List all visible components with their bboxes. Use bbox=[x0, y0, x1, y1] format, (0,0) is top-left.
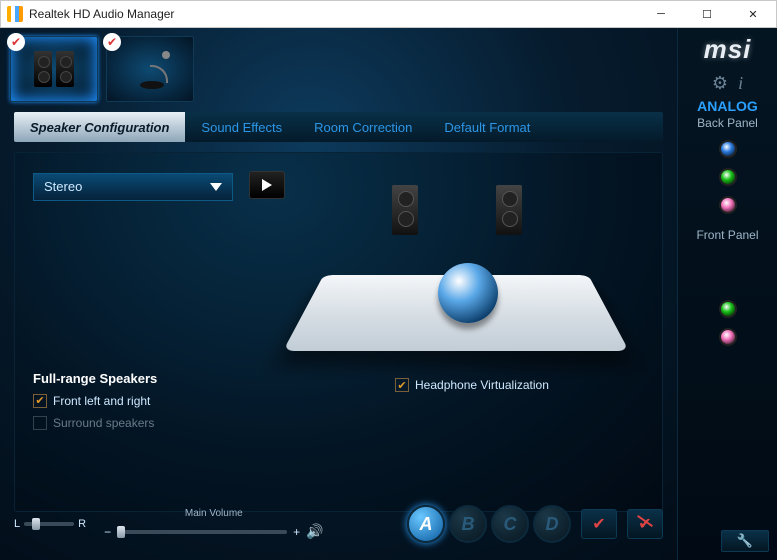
checkbox-icon bbox=[33, 416, 47, 430]
preset-row: A B C D ✔ ✔ bbox=[407, 505, 663, 543]
checkbox-headphone-virtualization[interactable]: ✔ Headphone Virtualization bbox=[395, 378, 549, 392]
preset-b[interactable]: B bbox=[449, 505, 487, 543]
device-speakers[interactable]: ✔ bbox=[10, 36, 98, 102]
window-title: Realtek HD Audio Manager bbox=[29, 7, 638, 21]
brand-logo: msi bbox=[678, 34, 777, 65]
jack-front-green[interactable] bbox=[719, 300, 737, 318]
checkbox-front-lr[interactable]: ✔ Front left and right bbox=[33, 394, 644, 408]
cancel-icon: ✔ bbox=[638, 514, 651, 534]
check-icon: ✔ bbox=[7, 33, 25, 51]
app-icon bbox=[7, 6, 23, 22]
check-icon: ✔ bbox=[103, 33, 121, 51]
tab-room-correction[interactable]: Room Correction bbox=[298, 112, 428, 142]
chevron-down-icon bbox=[210, 183, 222, 191]
sound-icon[interactable]: 🔊 bbox=[306, 523, 323, 540]
side-panel: msi ⚙ i ANALOG Back Panel Front Panel 🔧 bbox=[677, 28, 777, 560]
tab-speaker-configuration[interactable]: Speaker Configuration bbox=[14, 112, 185, 142]
jack-front-pink[interactable] bbox=[719, 328, 737, 346]
device-row: ✔ ✔ bbox=[0, 28, 677, 104]
gear-icon[interactable]: ⚙ bbox=[712, 73, 728, 94]
jack-back-pink[interactable] bbox=[719, 196, 737, 214]
close-button[interactable]: ✕ bbox=[730, 1, 776, 27]
checkbox-label: Front left and right bbox=[53, 394, 150, 408]
dropdown-value: Stereo bbox=[44, 179, 82, 194]
balance-slider[interactable]: L R bbox=[14, 518, 86, 530]
speaker-stage-illustration bbox=[292, 163, 622, 383]
minimize-button[interactable]: ─ bbox=[638, 1, 684, 27]
checkbox-label: Surround speakers bbox=[53, 416, 154, 430]
checkbox-label: Headphone Virtualization bbox=[415, 378, 549, 392]
device-microphone[interactable]: ✔ bbox=[106, 36, 194, 102]
volume-minus-icon[interactable]: − bbox=[104, 525, 111, 539]
maximize-button[interactable]: ☐ bbox=[684, 1, 730, 27]
jack-back-green[interactable] bbox=[719, 168, 737, 186]
checkbox-icon: ✔ bbox=[395, 378, 409, 392]
checkbox-surround: Surround speakers bbox=[33, 416, 644, 430]
play-icon bbox=[262, 179, 272, 191]
tab-sound-effects[interactable]: Sound Effects bbox=[185, 112, 298, 142]
main-volume-slider[interactable] bbox=[117, 530, 287, 534]
jack-back-blue[interactable] bbox=[719, 140, 737, 158]
preset-d[interactable]: D bbox=[533, 505, 571, 543]
speaker-mode-dropdown[interactable]: Stereo bbox=[33, 173, 233, 201]
checkbox-icon: ✔ bbox=[33, 394, 47, 408]
balance-right-label: R bbox=[78, 518, 86, 530]
config-panel: Stereo Full-range Speakers ✔ Front left … bbox=[14, 152, 663, 512]
test-play-button[interactable] bbox=[249, 171, 285, 199]
wrench-icon: 🔧 bbox=[737, 533, 753, 549]
main-volume-label: Main Volume bbox=[185, 508, 243, 519]
info-icon[interactable]: i bbox=[738, 73, 743, 94]
listener-orb-icon bbox=[438, 263, 498, 323]
tabbar: Speaker Configuration Sound Effects Room… bbox=[14, 112, 663, 142]
footer: L R Main Volume − + 🔊 A B C D ✔ bbox=[14, 496, 663, 552]
check-icon: ✔ bbox=[592, 514, 605, 534]
front-panel-label: Front Panel bbox=[678, 228, 777, 242]
titlebar: Realtek HD Audio Manager ─ ☐ ✕ bbox=[0, 0, 777, 28]
speakers-icon bbox=[34, 51, 74, 87]
microphone-icon bbox=[130, 47, 170, 91]
cancel-button[interactable]: ✔ bbox=[627, 509, 663, 539]
analog-label: ANALOG bbox=[678, 98, 777, 114]
stage-speaker-left[interactable] bbox=[392, 185, 418, 235]
connector-settings-button[interactable]: 🔧 bbox=[721, 530, 769, 552]
back-panel-label: Back Panel bbox=[678, 116, 777, 130]
preset-c[interactable]: C bbox=[491, 505, 529, 543]
volume-plus-icon[interactable]: + bbox=[293, 525, 300, 539]
preset-a[interactable]: A bbox=[407, 505, 445, 543]
stage-speaker-right[interactable] bbox=[496, 185, 522, 235]
tab-default-format[interactable]: Default Format bbox=[428, 112, 546, 142]
apply-button[interactable]: ✔ bbox=[581, 509, 617, 539]
balance-left-label: L bbox=[14, 518, 20, 530]
